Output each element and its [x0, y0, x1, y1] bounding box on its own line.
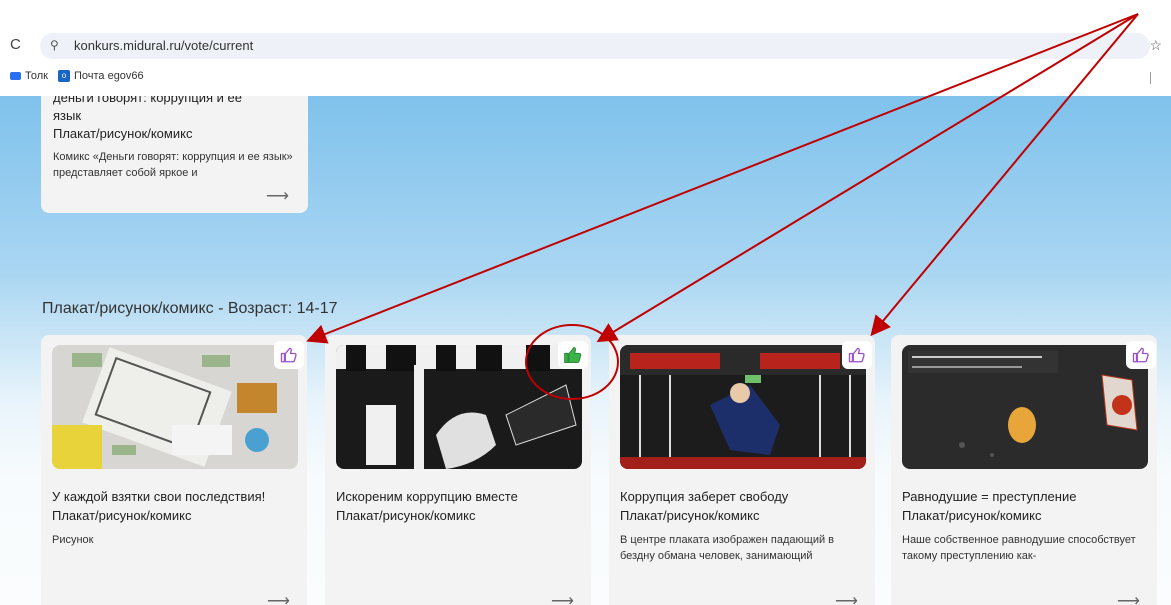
section-title: Плакат/рисунок/комикс - Возраст: 14-17: [42, 300, 338, 317]
thumbs-up-icon: [564, 347, 582, 363]
card-description: В центре плаката изображен падающий в бе…: [620, 534, 835, 562]
entry-image[interactable]: [902, 345, 1148, 469]
open-arrow-icon[interactable]: ⟶: [267, 591, 290, 605]
bookmark-label: Почта egov66: [73, 70, 144, 82]
entry-image[interactable]: [620, 345, 866, 469]
card-description: Комикс «Деньги говорят: коррупция и ее я…: [53, 151, 293, 179]
divider: [1150, 72, 1151, 84]
card-description: Наше собственное равнодушие способствует…: [902, 534, 1136, 562]
card-category: Плакат/рисунок/комикс: [902, 508, 1042, 523]
card-category: Плакат/рисунок/комикс: [53, 126, 193, 141]
site-settings-icon[interactable]: ⚲: [50, 38, 59, 52]
card-title: У каждой взятки свои последствия!: [52, 489, 266, 504]
reload-icon[interactable]: C: [10, 36, 21, 53]
card-title: Искореним коррупцию вместе: [336, 489, 518, 504]
thumbs-up-icon: [848, 347, 865, 363]
card-category: Плакат/рисунок/комикс: [336, 508, 476, 523]
page-content: деньги говорят: коррупция и ее язык Плак…: [0, 96, 1171, 605]
entry-card[interactable]: Искореним коррупцию вместе Плакат/рисуно…: [325, 335, 591, 605]
video-icon: [10, 72, 21, 80]
card-title: Равнодушие = преступление: [902, 489, 1077, 504]
open-arrow-icon[interactable]: ⟶: [835, 591, 858, 605]
card-title: язык: [53, 108, 82, 123]
browser-chrome: C ⚲ konkurs.midural.ru/vote/current ☆ То…: [0, 0, 1171, 96]
like-button[interactable]: [842, 341, 872, 369]
thumbs-up-icon: [280, 347, 297, 363]
like-button[interactable]: [274, 341, 304, 369]
card-category: Плакат/рисунок/комикс: [620, 508, 760, 523]
entry-image[interactable]: [52, 345, 298, 469]
like-button[interactable]: [558, 341, 588, 369]
mail-icon: o: [57, 70, 70, 82]
thumbs-up-icon: [1132, 347, 1149, 363]
bookmark-mail[interactable]: o Почта egov66: [57, 70, 144, 82]
bookmarks-bar: Толк o Почта egov66: [10, 70, 144, 82]
bookmark-tolk[interactable]: Толк: [10, 70, 48, 82]
card-title: деньги говорят: коррупция и ее: [53, 96, 242, 105]
card-category: Плакат/рисунок/комикс: [52, 508, 192, 523]
entry-card[interactable]: Равнодушие = преступление Плакат/рисунок…: [891, 335, 1157, 605]
card-description: Рисунок: [52, 534, 94, 546]
card-title: Коррупция заберет свободу: [620, 489, 789, 504]
entry-card[interactable]: У каждой взятки свои последствия! Плакат…: [41, 335, 307, 605]
open-arrow-icon[interactable]: ⟶: [266, 186, 289, 206]
address-bar[interactable]: C ⚲ konkurs.midural.ru/vote/current ☆: [10, 33, 1162, 59]
entry-card[interactable]: Коррупция заберет свободу Плакат/рисунок…: [609, 335, 875, 605]
bookmark-label: Толк: [25, 70, 48, 82]
entry-image[interactable]: [336, 345, 582, 469]
like-button[interactable]: [1126, 341, 1156, 369]
entry-card[interactable]: деньги говорят: коррупция и ее язык Плак…: [41, 96, 308, 213]
url-text[interactable]: konkurs.midural.ru/vote/current: [74, 38, 253, 53]
bookmark-star-icon[interactable]: ☆: [1149, 37, 1162, 54]
open-arrow-icon[interactable]: ⟶: [1117, 591, 1140, 605]
open-arrow-icon[interactable]: ⟶: [551, 591, 574, 605]
